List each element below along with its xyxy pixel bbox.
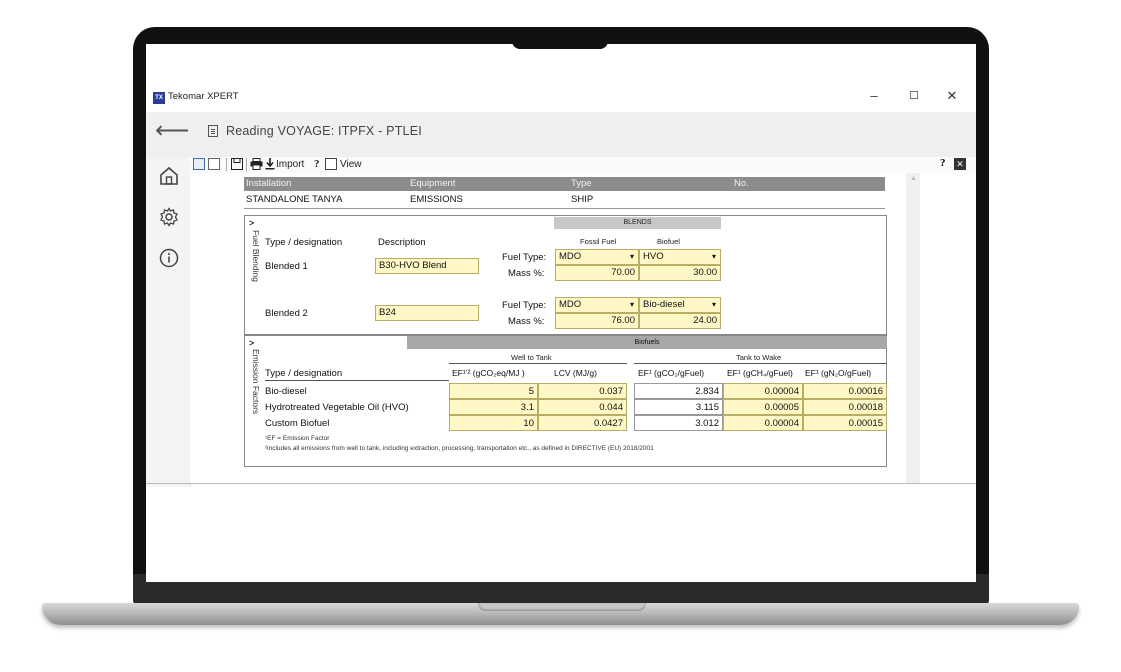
type-col-header: Type <box>571 178 592 189</box>
toolbar <box>190 157 976 173</box>
tank-to-wake-underline <box>634 363 887 364</box>
fossil-fuel-select[interactable]: MDO <box>555 249 639 265</box>
lcv-input[interactable]: 0.044 <box>538 399 627 415</box>
fuel-blending-tab[interactable]: Fuel Blending <box>247 230 261 300</box>
back-arrow-icon[interactable]: ⟵ <box>155 116 189 145</box>
app-bottom-border <box>146 483 976 484</box>
footnote-ef: ¹EF = Emission Factor <box>265 435 330 442</box>
installation-header <box>244 177 885 191</box>
laptop-opening-lip <box>478 603 646 611</box>
fuel-blending-expand[interactable]: > <box>249 218 254 228</box>
biofuel-select[interactable]: HVO <box>639 249 721 265</box>
print-icon[interactable] <box>250 158 263 170</box>
import-icon[interactable] <box>265 158 275 170</box>
camera-notch <box>512 27 608 49</box>
ef-n2o-input[interactable]: 0.00015 <box>803 415 887 431</box>
footnote-wtt: ²includes all emissions from well to tan… <box>265 445 654 452</box>
gear-icon[interactable] <box>159 207 179 227</box>
ef-n2o-input[interactable]: 0.00016 <box>803 383 887 399</box>
screen: TX Tekomar XPERT – ☐ ✕ ⟵ Reading VOYAGE:… <box>146 44 976 582</box>
biofuel-select[interactable]: Bio-diesel <box>639 297 721 313</box>
blends-header: BLENDS <box>554 217 721 229</box>
ef-wtt-input[interactable]: 5 <box>449 383 538 399</box>
fuel-type-label: Fuel Type: <box>502 252 547 263</box>
blend-description-input[interactable]: B30-HVO Blend <box>375 258 479 274</box>
info-icon[interactable] <box>159 248 179 268</box>
ef-n2o-header: EF¹ (gN₂O/gFuel) <box>805 368 872 378</box>
bio-mass-input[interactable]: 24.00 <box>639 313 721 329</box>
ef-co2-header: EF¹ (gCO₂/gFuel) <box>638 368 705 378</box>
close-panel-button[interactable]: ✕ <box>954 158 966 170</box>
ef-ch4-header: EF¹ (gCH₄/gFuel) <box>727 368 793 378</box>
installation-col-header: Installation <box>246 178 292 189</box>
lcv-input[interactable]: 0.037 <box>538 383 627 399</box>
type-designation-header: Type / designation <box>265 368 343 379</box>
mass-label: Mass %: <box>508 316 545 327</box>
type-value: SHIP <box>571 194 594 205</box>
emission-factors-expand[interactable]: > <box>249 338 254 348</box>
mass-label: Mass %: <box>508 268 545 279</box>
biofuel-header: Biofuel <box>657 237 680 246</box>
installation-value: STANDALONE TANYA <box>246 194 343 205</box>
blend-description-input[interactable]: B24 <box>375 305 479 321</box>
well-to-tank-underline <box>449 363 627 364</box>
emission-factors-tab[interactable]: Emission Factors <box>247 349 261 439</box>
type-header-underline <box>265 380 449 381</box>
equipment-value: EMISSIONS <box>410 194 463 205</box>
minimize-button[interactable]: – <box>866 88 882 103</box>
form-view-icon[interactable] <box>193 158 205 170</box>
fossil-mass-input[interactable]: 76.00 <box>555 313 639 329</box>
ef-ch4-input[interactable]: 0.00005 <box>723 399 803 415</box>
biofuel-name: Bio-diesel <box>265 386 307 397</box>
toolbar-divider <box>226 158 227 171</box>
ef-ch4-input[interactable]: 0.00004 <box>723 383 803 399</box>
import-button[interactable]: Import <box>276 158 304 171</box>
lcv-input[interactable]: 0.0427 <box>538 415 627 431</box>
well-to-tank-header: Well to Tank <box>511 353 552 362</box>
close-window-button[interactable]: ✕ <box>944 88 960 104</box>
ef-n2o-input[interactable]: 0.00018 <box>803 399 887 415</box>
number-col-header: No. <box>734 178 749 189</box>
window-title: Tekomar XPERT <box>168 91 239 102</box>
fossil-mass-input[interactable]: 70.00 <box>555 265 639 281</box>
save-icon[interactable] <box>231 158 243 170</box>
biofuel-name: Hydrotreated Vegetable Oil (HVO) <box>265 402 409 413</box>
ef-wtt-header: EF¹ʼ² (gCO₂eq/MJ ) <box>452 368 525 378</box>
ef-co2-input[interactable]: 3.012 <box>634 415 723 431</box>
biofuel-name: Custom Biofuel <box>265 418 330 429</box>
ef-ch4-input[interactable]: 0.00004 <box>723 415 803 431</box>
fossil-fuel-header: Fossil Fuel <box>580 237 617 246</box>
fossil-fuel-select[interactable]: MDO <box>555 297 639 313</box>
bio-mass-input[interactable]: 30.00 <box>639 265 721 281</box>
window-titlebar <box>146 86 976 108</box>
home-icon[interactable] <box>159 166 179 186</box>
description-header: Description <box>378 237 426 248</box>
ef-wtt-input[interactable]: 3.1 <box>449 399 538 415</box>
page-title: Reading VOYAGE: ITPFX - PTLEI <box>226 124 422 138</box>
help-button[interactable]: ? <box>314 158 320 171</box>
blend-name: Blended 1 <box>265 261 308 272</box>
app-logo: TX <box>153 92 165 104</box>
document-icon <box>208 125 218 137</box>
biofuels-header: Biofuels <box>407 336 887 349</box>
page-view-icon[interactable] <box>208 158 220 170</box>
list-view-icon[interactable] <box>325 158 337 170</box>
ef-wtt-input[interactable]: 10 <box>449 415 538 431</box>
equipment-col-header: Equipment <box>410 178 456 189</box>
scroll-up-icon[interactable]: ▲ <box>910 175 917 182</box>
tank-to-wake-header: Tank to Wake <box>736 353 782 362</box>
view-button[interactable]: View <box>340 158 362 171</box>
fuel-type-label: Fuel Type: <box>502 300 547 311</box>
toolbar-divider <box>246 158 247 171</box>
lcv-header: LCV (MJ/g) <box>554 368 597 378</box>
maximize-button[interactable]: ☐ <box>906 89 922 102</box>
help-right-button[interactable]: ? <box>940 157 946 169</box>
ef-co2-input[interactable]: 3.115 <box>634 399 723 415</box>
blend-name: Blended 2 <box>265 308 308 319</box>
type-designation-header: Type / designation <box>265 237 343 248</box>
ef-co2-input[interactable]: 2.834 <box>634 383 723 399</box>
vertical-scrollbar[interactable] <box>906 173 920 483</box>
